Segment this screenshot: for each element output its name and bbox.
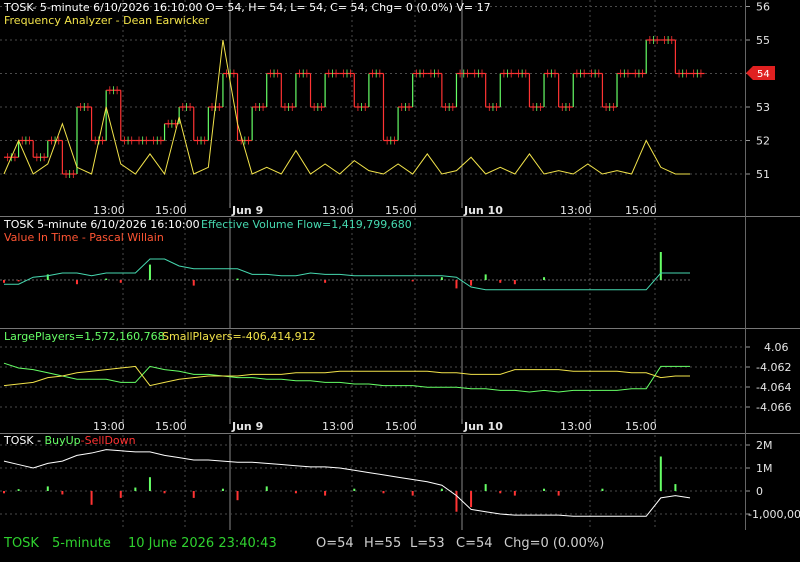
value-in-time-bar-34: [499, 280, 502, 283]
selldown-label: SellDown: [85, 434, 136, 447]
buyup-selldown-bar-15: [221, 488, 224, 491]
value-in-time-bar-1: [17, 280, 20, 282]
value-in-time-bar-10: [148, 264, 151, 280]
buyup-selldown-bar-24: [353, 488, 356, 491]
buyup-selldown-bar-4: [61, 491, 64, 495]
time-axis-top-label-4: 15:00: [385, 204, 417, 217]
large-players-label: LargePlayers=1,572,160,768: [4, 330, 165, 343]
time-axis-top-label-2: Jun 9: [231, 204, 263, 217]
value-in-time-bar-35: [513, 280, 516, 285]
players-ytick-label-3: -4.066: [756, 401, 791, 414]
value-in-time-label: Value In Time - Pascal Willain: [4, 231, 164, 244]
buyup-selldown-bar-33: [484, 484, 487, 491]
indicator-title: Frequency Analyzer - Dean Earwicker: [4, 14, 210, 27]
status-open: O=54: [316, 536, 354, 551]
value-in-time-bar-0: [3, 280, 5, 283]
players-ytick-label-2: -4.064: [756, 381, 791, 394]
buyup-selldown-bar-3: [46, 486, 49, 491]
status-high: H=55: [364, 536, 402, 551]
time-axis-middle-label-5: Jun 10: [463, 420, 503, 433]
value-in-time-bar-37: [543, 277, 546, 280]
value-in-time-bar-8: [119, 280, 122, 283]
buyup-selldown-bar-10: [148, 477, 151, 491]
multi-panel-chart[interactable]: 56 55 54 53 52 51 TOSK- 5-minute 6/10/2026 16…: [0, 0, 800, 530]
time-axis-middle-label-3: 13:00: [322, 420, 354, 433]
status-interval: 5-minute: [52, 536, 111, 551]
buyup-selldown-bar-13: [192, 491, 195, 498]
buyup-selldown-bar-46: [674, 484, 677, 491]
players-ytick-label-1: -4.062: [756, 361, 791, 374]
buyup-selldown-bar-31: [455, 491, 458, 512]
buyup-selldown-bar-22: [324, 491, 327, 496]
time-axis-top-label-5: Jun 10: [463, 204, 503, 217]
time-axis-middle-label-7: 15:00: [625, 420, 657, 433]
buyup-selldown-bar-16: [236, 491, 239, 501]
price-header: TOSK- 5-minute 6/10/2026 16:10:00 O= 54,…: [3, 1, 491, 14]
buyup-selldown-bar-28: [411, 491, 414, 496]
time-axis-middle-label-4: 15:00: [385, 420, 417, 433]
buyup-selldown-bar-35: [513, 491, 516, 496]
small-players-label: SmallPlayers=-406,414,912: [162, 330, 316, 343]
status-change: Chg=0 (0.00%): [504, 536, 605, 551]
time-axis-top-label-7: 15:00: [625, 204, 657, 217]
buyup-selldown-bar-1: [17, 489, 20, 491]
players-ytick-label-0: 4.06: [764, 341, 789, 354]
buyup-selldown-bar-18: [265, 486, 268, 491]
value-in-time-bar-16: [236, 278, 239, 280]
buyup-selldown-bar-26: [382, 491, 385, 494]
buyup-selldown-bar-0: [3, 491, 5, 494]
status-bar: TOSK 5-minute 10 June 2026 23:40:43 O=54…: [0, 530, 800, 562]
time-axis-top-label-3: 13:00: [322, 204, 354, 217]
price-ytick-label-1: 55: [756, 34, 770, 47]
buyup-selldown-bar-11: [163, 491, 166, 494]
time-axis-middle-label-1: 15:00: [155, 420, 187, 433]
price-marker-label: 54: [757, 69, 770, 80]
buyup-selldown-prefix: TOSK -: [3, 434, 45, 447]
status-low: L=53: [410, 536, 445, 551]
buyup-selldown-bar-34: [499, 491, 502, 494]
buyup-selldown-bar-41: [601, 488, 604, 491]
buyup-ytick-label-1: 1M: [756, 462, 773, 475]
status-close: C=54: [456, 536, 493, 551]
value-in-time-bar-30: [440, 277, 443, 280]
buyup-selldown-bar-37: [543, 488, 546, 491]
buyup-ytick-label-3: -1,000,000: [748, 508, 800, 521]
buyup-label: BuyUp: [45, 434, 81, 447]
value-in-time-bar-13: [192, 280, 195, 286]
buyup-selldown-bar-32: [470, 491, 473, 508]
price-ytick-label-4: 52: [756, 135, 770, 148]
value-in-time-bar-7: [105, 278, 108, 280]
value-in-time-bar-31: [455, 280, 458, 289]
time-axis-middle-label-2: Jun 9: [231, 420, 263, 433]
buyup-selldown-bar-6: [90, 491, 93, 505]
value-in-time-bar-5: [75, 280, 78, 285]
status-datetime: 10 June 2026 23:40:43: [128, 536, 277, 551]
value-in-time-bar-22: [324, 280, 327, 283]
effective-volume-flow-label: Effective Volume Flow=1,419,799,680: [201, 218, 412, 231]
price-ytick-label-0: 56: [756, 1, 770, 14]
buyup-ytick-label-0: 2M: [756, 439, 773, 452]
buyup-selldown-bar-45: [659, 456, 662, 491]
value-in-time-bar-45: [659, 252, 662, 280]
value-in-time-bar-32: [470, 280, 473, 286]
time-axis-middle-label-6: 13:00: [560, 420, 592, 433]
buyup-selldown-title: TOSK - BuyUp-SellDown: [3, 434, 136, 447]
volume-flow-symbol-header: TOSK 5-minute 6/10/2026 16:10:00: [3, 218, 200, 231]
time-axis-top-label-0: 13:00: [93, 204, 125, 217]
buyup-selldown-bar-8: [119, 491, 122, 498]
time-axis-middle-label-0: 13:00: [93, 420, 125, 433]
time-axis-top-label-6: 13:00: [560, 204, 592, 217]
time-axis-top-label-1: 15:00: [155, 204, 187, 217]
price-ytick-label-3: 53: [756, 101, 770, 114]
price-ytick-label-5: 51: [756, 168, 770, 181]
status-symbol: TOSK: [4, 536, 39, 551]
buyup-selldown-bar-38: [557, 491, 560, 496]
buyup-ytick-label-2: 0: [756, 485, 763, 498]
buyup-selldown-bar-20: [294, 491, 297, 494]
value-in-time-bar-33: [484, 274, 487, 280]
buyup-selldown-bar-30: [440, 488, 443, 491]
buyup-selldown-bar-9: [134, 487, 137, 491]
value-in-time-bar-28: [411, 280, 414, 282]
